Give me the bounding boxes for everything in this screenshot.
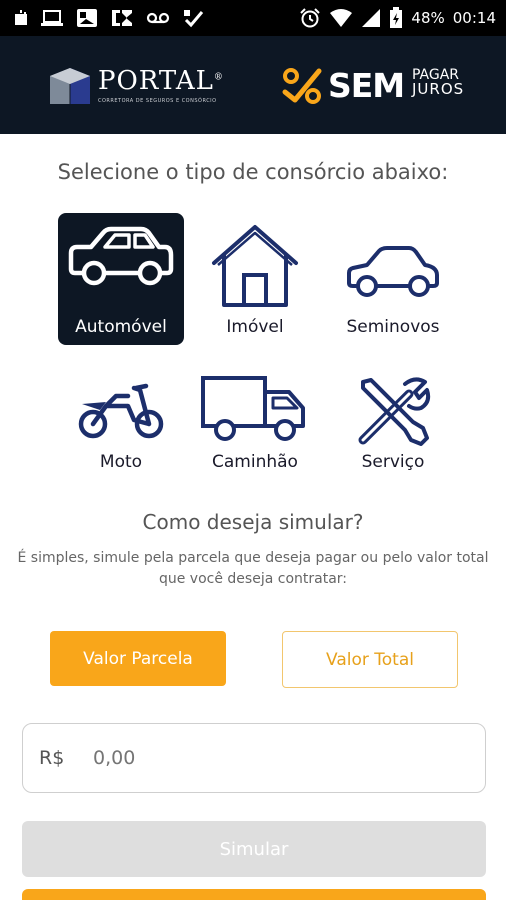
juros-word: JUROS [412,80,465,98]
percent-check-icon [282,68,322,104]
installment-value-button[interactable]: Valor Parcela [50,631,226,686]
currency-label: R$ [39,747,65,769]
option-label: Caminhão [212,452,298,472]
image-icon [76,7,98,29]
option-label: Seminovos [346,317,440,337]
simulate-title: Como deseja simular? [142,510,364,534]
sem-word: SEM [328,66,405,105]
consortium-title: Selecione o tipo de consórcio abaixo: [57,160,449,184]
laptop-icon [40,7,64,29]
option-imovel[interactable]: Imóvel [192,213,318,345]
motorcycle-icon [58,380,184,442]
registered-mark: ® [213,72,224,83]
value-input[interactable] [93,747,453,769]
wifi-icon [329,7,353,29]
battery-percent: 48% [411,9,445,27]
clock: 00:14 [452,9,496,27]
option-label: Automóvel [75,317,167,337]
portal-logo: PORTAL® CORRETORA DE SEGUROS E CONSÓRCIO [48,62,228,112]
option-label: Serviço [361,452,425,472]
notification-icon [14,7,28,29]
compact-car-icon [325,243,461,299]
alarm-icon [299,7,321,29]
option-label: Imóvel [226,317,284,337]
option-servico[interactable]: Serviço [325,360,461,480]
battery-icon [389,7,403,29]
status-bar: 48% 00:14 [0,0,506,36]
signal-icon [361,7,381,29]
simulate-button[interactable]: Simular [22,821,486,877]
value-field[interactable]: R$ [22,723,486,793]
bottom-action-button[interactable] [22,889,486,900]
option-moto[interactable]: Moto [58,360,184,480]
notification-icons [14,7,204,29]
voicemail-icon [146,7,170,29]
app-header: PORTAL® CORRETORA DE SEGUROS E CONSÓRCIO… [0,36,506,134]
option-caminhao[interactable]: Caminhão [192,360,318,480]
sem-pagar-juros-logo: SEM PAGAR JUROS [282,64,465,110]
portal-emblem-icon [50,68,90,104]
house-icon [192,223,318,311]
app-icon [110,7,134,29]
app-check-icon [182,7,204,29]
truck-icon [192,374,318,444]
option-label: Moto [99,452,143,472]
portal-word: PORTAL [98,66,214,96]
simulate-description: É simples, simule pela parcela que desej… [17,550,489,587]
option-seminovos[interactable]: Seminovos [325,213,461,345]
option-automovel[interactable]: Automóvel [58,213,184,345]
system-status: 48% 00:14 [299,7,496,29]
total-value-button[interactable]: Valor Total [282,631,458,688]
car-icon [58,223,184,289]
portal-wordmark: PORTAL® [98,66,224,96]
portal-tagline: CORRETORA DE SEGUROS E CONSÓRCIO [98,98,217,104]
tools-icon [325,376,461,452]
